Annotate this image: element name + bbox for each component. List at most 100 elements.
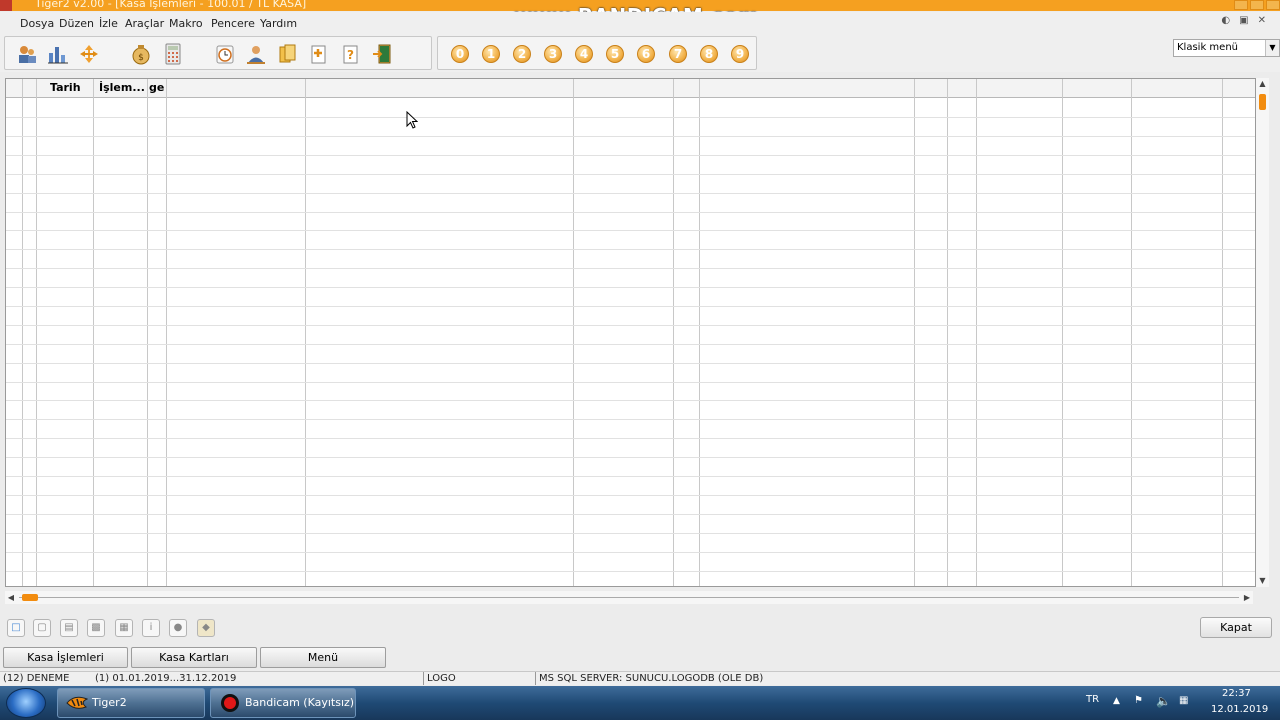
new-record-icon[interactable]: □ — [7, 619, 25, 637]
menu-style-value: Klasik menü — [1177, 42, 1238, 53]
status-period: (1) 01.01.2019...31.12.2019 — [95, 673, 237, 684]
bar-chart-icon[interactable] — [47, 43, 69, 65]
calculator-icon[interactable] — [162, 43, 184, 65]
scroll-up-icon[interactable]: ▲ — [1256, 78, 1269, 90]
grid-row-divider — [6, 325, 1255, 326]
grid-row-divider — [6, 552, 1255, 553]
grid-row-divider — [6, 249, 1255, 250]
taskbar-item-label: Tiger2 — [92, 696, 127, 709]
network-icon[interactable]: ▦ — [1179, 695, 1188, 706]
clock-icon[interactable] — [214, 43, 236, 65]
copy-record-icon[interactable]: ▩ — [87, 619, 105, 637]
toolbar: $ ? 0 1 2 3 4 5 6 7 8 9 Klasik menü ▼ — [0, 36, 1280, 72]
kapat-button[interactable]: Kapat — [1200, 617, 1272, 638]
menu-pencere[interactable]: Pencere — [211, 17, 255, 30]
number-button-1[interactable]: 1 — [482, 45, 500, 63]
column-header-tarih[interactable]: Tarih — [50, 81, 81, 94]
chevron-down-icon[interactable]: ▼ — [1265, 40, 1279, 56]
volume-icon[interactable]: 🔈 — [1156, 694, 1171, 708]
record-icon — [221, 694, 239, 712]
menu-izle[interactable]: İzle — [99, 17, 118, 30]
grid-row-divider — [6, 457, 1255, 458]
documents-icon[interactable] — [277, 43, 299, 65]
horizontal-scroll-thumb[interactable] — [22, 594, 38, 601]
taskbar-item-tiger2[interactable]: Tiger2 — [57, 688, 205, 718]
grid-row-divider — [6, 174, 1255, 175]
number-button-9[interactable]: 9 — [731, 45, 749, 63]
transfer-icon[interactable] — [78, 43, 100, 65]
number-button-8[interactable]: 8 — [700, 45, 718, 63]
number-button-5[interactable]: 5 — [606, 45, 624, 63]
grid-row-divider — [6, 400, 1255, 401]
view-record-icon[interactable]: ▦ — [115, 619, 133, 637]
taskbar-item-bandicam[interactable]: Bandicam (Kayıtsız) — [210, 688, 356, 718]
show-hidden-icons-icon[interactable]: ▲ — [1113, 696, 1120, 706]
mdi-controls: ◐ ▣ ✕ — [1221, 16, 1266, 26]
help-document-icon[interactable]: ? — [340, 43, 362, 65]
svg-text:?: ? — [347, 48, 354, 62]
vertical-scroll-thumb[interactable] — [1259, 94, 1266, 110]
minimize-button[interactable] — [1234, 0, 1248, 10]
person-icon[interactable] — [245, 43, 267, 65]
menu-duzen[interactable]: Düzen — [59, 17, 94, 30]
clock-time[interactable]: 22:37 — [1222, 688, 1251, 699]
action-center-icon[interactable]: ⚑ — [1134, 695, 1143, 706]
status-company: (12) DENEME — [3, 673, 70, 684]
mdi-close-icon[interactable]: ✕ — [1258, 16, 1266, 26]
grid-row-divider — [6, 571, 1255, 572]
menu-makro[interactable]: Makro — [169, 17, 203, 30]
number-button-0[interactable]: 0 — [451, 45, 469, 63]
grid-row-divider — [6, 514, 1255, 515]
scroll-right-icon[interactable]: ▶ — [1241, 591, 1253, 604]
info-icon[interactable]: i — [142, 619, 160, 637]
number-button-3[interactable]: 3 — [544, 45, 562, 63]
app-icon[interactable] — [0, 0, 12, 11]
money-bag-icon[interactable]: $ — [130, 43, 152, 65]
tab-kasa-islemleri[interactable]: Kasa İşlemleri — [3, 647, 128, 668]
close-button[interactable] — [1266, 0, 1280, 10]
number-button-2[interactable]: 2 — [513, 45, 531, 63]
transactions-grid[interactable]: Tarih İşlem... ge — [5, 78, 1256, 587]
grid-row-divider — [6, 117, 1255, 118]
menu-yardim[interactable]: Yardım — [260, 17, 297, 30]
grid-header: Tarih İşlem... ge — [6, 79, 1255, 98]
scroll-down-icon[interactable]: ▼ — [1256, 575, 1269, 587]
column-header-ge[interactable]: ge — [149, 81, 164, 94]
exit-door-icon[interactable] — [371, 43, 393, 65]
grid-row-divider — [6, 382, 1255, 383]
number-button-4[interactable]: 4 — [575, 45, 593, 63]
open-record-icon[interactable]: ▢ — [33, 619, 51, 637]
menu-dosya[interactable]: Dosya — [20, 17, 54, 30]
clock-date[interactable]: 12.01.2019 — [1211, 704, 1268, 715]
start-button[interactable] — [6, 688, 46, 718]
grid-row-divider — [6, 363, 1255, 364]
grid-row-divider — [6, 287, 1255, 288]
toolbar-main-group: $ ? — [4, 36, 432, 70]
grid-row-divider — [6, 306, 1255, 307]
status-bar: (12) DENEME (1) 01.01.2019...31.12.2019 … — [0, 671, 1280, 685]
grid-row-divider — [6, 438, 1255, 439]
mdi-restore-icon[interactable]: ▣ — [1239, 16, 1248, 26]
menu-araclar[interactable]: Araçlar — [125, 17, 164, 30]
tab-menu[interactable]: Menü — [260, 647, 386, 668]
vertical-scrollbar[interactable]: ▲ ▼ — [1256, 78, 1269, 587]
mdi-minimize-icon[interactable]: ◐ — [1221, 16, 1230, 26]
horizontal-scrollbar[interactable]: ◀ ▶ — [5, 591, 1253, 604]
users-chart-icon[interactable] — [16, 43, 38, 65]
menu-style-select[interactable]: Klasik menü ▼ — [1173, 39, 1280, 57]
grid-row-divider — [6, 230, 1255, 231]
language-indicator[interactable]: TR — [1086, 694, 1099, 705]
print-icon[interactable]: ◆ — [197, 619, 215, 637]
add-document-icon[interactable] — [308, 43, 330, 65]
grid-row-divider — [6, 533, 1255, 534]
scroll-left-icon[interactable]: ◀ — [5, 591, 17, 604]
filter-icon[interactable]: ● — [169, 619, 187, 637]
maximize-button[interactable] — [1250, 0, 1264, 10]
column-header-islem[interactable]: İşlem... — [99, 81, 149, 94]
number-button-7[interactable]: 7 — [669, 45, 687, 63]
grid-row-divider — [6, 193, 1255, 194]
delete-record-icon[interactable]: ▤ — [60, 619, 78, 637]
number-button-6[interactable]: 6 — [637, 45, 655, 63]
tab-kasa-kartlari[interactable]: Kasa Kartları — [131, 647, 257, 668]
menu-bar: Dosya Düzen İzle Araçlar Makro Pencere Y… — [0, 12, 1280, 36]
